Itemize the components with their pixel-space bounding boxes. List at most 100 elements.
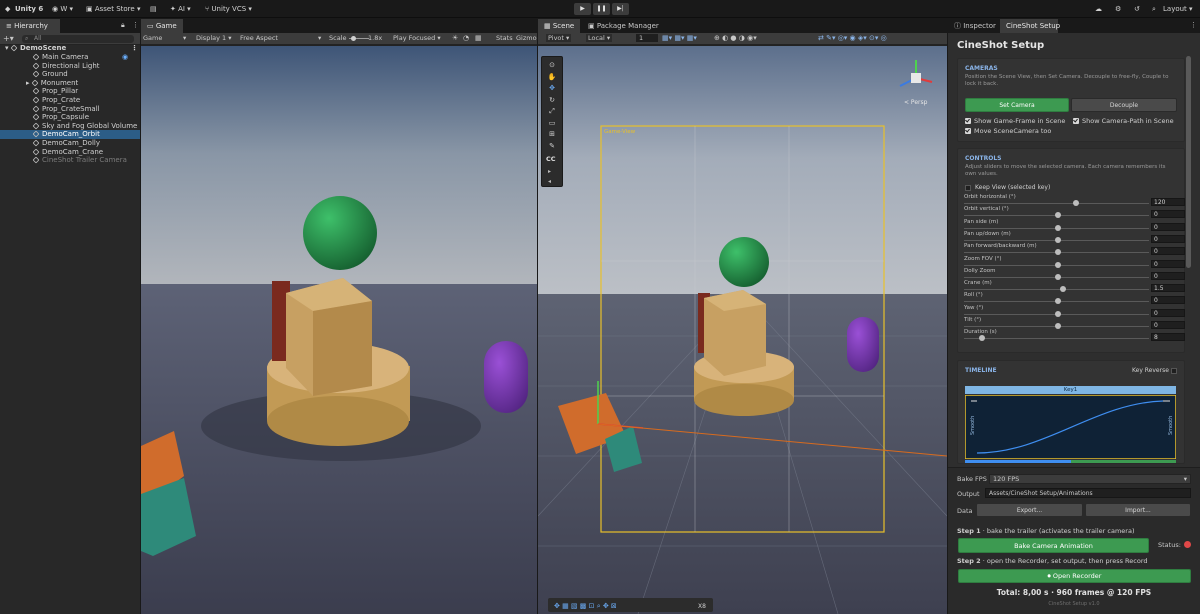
tab-game[interactable]: ▭ Game [141, 19, 183, 33]
ai-button[interactable]: ✦ AI ▾ [170, 3, 191, 15]
asset-store-button[interactable]: ▣ Asset Store ▾ [86, 3, 140, 15]
slider-value-field[interactable]: 0 [1151, 271, 1185, 280]
slider-value-field[interactable]: 0 [1151, 247, 1185, 256]
tab-scene[interactable]: ▦ Scene [538, 19, 580, 33]
slider-value-field[interactable]: 8 [1151, 333, 1185, 342]
info-icon: ⓘ [954, 22, 964, 30]
scale-slider-knob[interactable] [351, 36, 356, 41]
tab-cineshot-setup[interactable]: CineShot Setup [1000, 19, 1060, 33]
scrollbar[interactable] [1186, 56, 1191, 268]
key-reverse-toggle[interactable]: Key Reverse [1132, 367, 1177, 374]
scene-viewport[interactable]: Game-View < Persp ✥ ▦ ▧ ▩ ⊡ ⌕ ✥ ⊠ X8 [538, 46, 947, 614]
settings-icon[interactable]: ⚙ [1115, 3, 1121, 15]
tool-icons[interactable]: ⊙ ✋ ✥ ↻ ⤢ ▭ ⊞ ✎ [545, 60, 559, 152]
lock-icon[interactable]: 🔒︎ [121, 21, 125, 30]
slider-value-field[interactable]: 0 [1151, 234, 1185, 243]
space-dropdown[interactable]: Local ▾ [586, 34, 613, 42]
slider-knob[interactable] [1055, 261, 1061, 268]
slider-value-field[interactable]: 0 [1151, 308, 1185, 317]
pause-button[interactable]: ❚❚ [593, 3, 610, 15]
slider-value-field[interactable]: 0 [1151, 222, 1185, 231]
game-mode-dropdown[interactable]: Game [143, 34, 162, 42]
show-camera-path-toggle[interactable]: Show Camera-Path in Scene [1073, 117, 1174, 125]
overlay-icons[interactable]: ⇄ ✎▾ ◎▾ ◉ ◈▾ ⊙▾ ◎ [818, 34, 887, 42]
gizmos-button[interactable]: Gizmo [516, 34, 537, 42]
timeline-curve[interactable]: Smooth Smooth [965, 395, 1176, 459]
account-dropdown[interactable]: ◉ W ▾ [52, 3, 73, 15]
hierarchy-item[interactable]: CineShot Trailer Camera [0, 156, 140, 165]
tab-hierarchy[interactable]: ≡ Hierarchy [0, 19, 60, 33]
cc-button[interactable]: CC [546, 155, 556, 163]
timeline-scroll-right[interactable] [1071, 460, 1176, 463]
export-button[interactable]: Export... [976, 503, 1083, 517]
bottom-tool-icons[interactable]: ✥ ▦ ▧ ▩ ⊡ ⌕ ✥ ⊠ [554, 602, 617, 610]
history-icon[interactable]: ↺ [1134, 3, 1140, 15]
hierarchy-search-input[interactable]: ⌕ All [22, 35, 134, 43]
import-button[interactable]: Import... [1085, 503, 1191, 517]
move-scene-camera-toggle[interactable]: Move SceneCamera too [965, 127, 1051, 135]
slider-knob[interactable] [1055, 323, 1061, 329]
add-icon[interactable]: +▾ [3, 34, 14, 43]
slider-knob[interactable] [1055, 298, 1061, 305]
slider-knob[interactable] [1073, 200, 1080, 206]
slider-track[interactable] [964, 338, 1149, 340]
slider-knob[interactable] [978, 335, 985, 342]
key-bar[interactable]: Key1 [965, 386, 1176, 394]
set-camera-button[interactable]: Set Camera [965, 98, 1069, 112]
menu-kebab-icon[interactable]: ⋮ [132, 21, 139, 29]
slider-value-field[interactable]: 120 [1151, 198, 1185, 206]
stats-button[interactable]: Stats [496, 34, 513, 42]
play-button[interactable]: ▶ [574, 3, 591, 15]
slider-track[interactable] [964, 203, 1149, 204]
slider-knob[interactable] [1055, 236, 1061, 243]
audio-icon[interactable]: ◔ [463, 34, 469, 42]
step-button[interactable]: ▶| [612, 3, 629, 15]
grid-size-input[interactable]: 1 [636, 34, 658, 42]
bake-fps-dropdown[interactable]: 120 FPS ▾ [989, 474, 1191, 484]
play-mode-dropdown[interactable]: Play Focused ▾ [393, 34, 441, 42]
render-mode-icons[interactable]: ⊕ ◐ ● ◑ ◉▾ [714, 34, 757, 42]
scene-root[interactable]: ▾ DemoScene ⋮ [0, 44, 140, 53]
grid-icon[interactable]: ▦▾ ▦▾ ▦▾ [662, 34, 697, 42]
slider-knob[interactable] [1055, 224, 1061, 231]
slider-value-field[interactable]: 1.5 [1151, 284, 1185, 293]
slider-knob[interactable] [1060, 286, 1067, 293]
aspect-dropdown[interactable]: Free Aspect [240, 34, 278, 42]
menu-kebab-icon[interactable]: ⋮ [1190, 21, 1197, 29]
vcs-button[interactable]: ⑂ Unity VCS ▾ [205, 3, 252, 15]
slider-knob[interactable] [1055, 249, 1061, 256]
game-mode-arrow-icon[interactable]: ▾ [183, 34, 186, 42]
search-icon[interactable]: ⌕ [1152, 3, 1156, 15]
layout-dropdown[interactable]: Layout ▾ [1163, 3, 1193, 15]
extra-tool-icons[interactable]: ▸ ◂ [548, 167, 551, 187]
slider-value-field[interactable]: 0 [1151, 296, 1185, 305]
slider-track[interactable] [964, 289, 1149, 291]
persp-label[interactable]: < Persp [904, 99, 928, 106]
timeline-scroll-left[interactable] [965, 460, 1071, 463]
aspect-arrow-icon[interactable]: ▾ [318, 34, 321, 42]
display-dropdown[interactable]: Display 1 ▾ [196, 34, 232, 42]
shortcuts-icon[interactable]: ▦ [475, 34, 482, 42]
slider-value-field[interactable]: 0 [1151, 321, 1185, 329]
pivot-dropdown[interactable]: Pivot ▾ [546, 34, 572, 42]
game-viewport[interactable] [141, 46, 537, 614]
tab-inspector[interactable]: ⓘ Inspector [948, 19, 1000, 33]
slider-value-field[interactable]: 0 [1151, 259, 1185, 268]
scene-menu-icon[interactable]: ⋮ [131, 44, 138, 53]
decouple-button[interactable]: Decouple [1071, 98, 1177, 112]
keep-view-toggle[interactable]: Keep View (selected key) [965, 184, 1050, 191]
open-recorder-button[interactable]: ⏺ Open Recorder [958, 569, 1191, 583]
tab-package-manager[interactable]: ▣ Package Manager [582, 19, 662, 33]
slider-knob[interactable] [1055, 212, 1061, 219]
slider-value-field[interactable]: 0 [1151, 210, 1185, 219]
output-path-field[interactable]: Assets/CineShot Setup/Animations [985, 488, 1191, 498]
collab-icon[interactable]: ▤ [150, 3, 157, 15]
bottom-zoom-label[interactable]: X8 [698, 603, 706, 610]
slider-knob[interactable] [1055, 273, 1061, 280]
bake-camera-animation-button[interactable]: Bake Camera Animation [958, 538, 1149, 553]
cloud-icon[interactable]: ☁ [1095, 3, 1102, 15]
gameobject-icon [32, 70, 40, 78]
show-game-frame-toggle[interactable]: Show Game-Frame in Scene [965, 117, 1065, 125]
slider-knob[interactable] [1055, 310, 1061, 317]
mute-icon[interactable]: ☀ [452, 34, 458, 42]
